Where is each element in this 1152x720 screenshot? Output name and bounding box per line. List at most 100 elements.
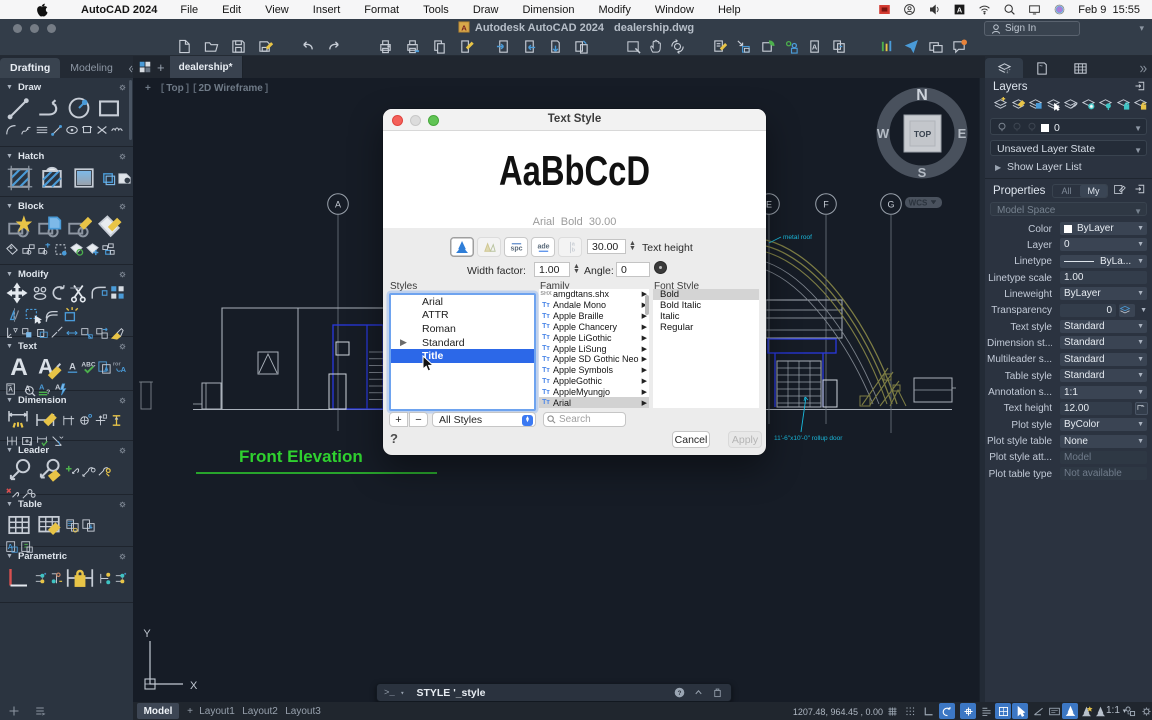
hatch-disk-icon[interactable] <box>117 171 132 186</box>
menu-view[interactable]: View <box>253 4 301 16</box>
page-edit-icon[interactable] <box>459 39 474 54</box>
section-collapse-icon[interactable]: ▼ <box>6 153 13 160</box>
match-prop-icon[interactable] <box>80 326 94 340</box>
line-icon[interactable] <box>6 95 32 121</box>
open-folder-icon[interactable] <box>204 39 219 54</box>
menu-autocad-2024[interactable]: AutoCAD 2024 <box>70 4 168 16</box>
windows-icon[interactable] <box>928 39 943 54</box>
leader-brush-icon[interactable] <box>36 458 62 484</box>
section-collapse-icon[interactable]: ▼ <box>6 271 13 278</box>
new-file-icon[interactable] <box>177 39 192 54</box>
offset-icon[interactable] <box>43 306 61 324</box>
osnap-icon[interactable] <box>960 703 976 719</box>
section-gear-icon[interactable] <box>118 152 127 161</box>
polygon-icon[interactable] <box>80 123 94 137</box>
mirror-icon[interactable] <box>5 306 23 324</box>
layout-tab-Model[interactable]: Model <box>137 703 179 719</box>
prop-field-select[interactable]: ByColor ▼ <box>1060 418 1147 432</box>
hatch-icon[interactable] <box>6 164 34 192</box>
wifi-icon[interactable] <box>978 3 991 16</box>
redo-icon[interactable] <box>327 39 342 54</box>
chevron-up-icon[interactable] <box>693 687 704 698</box>
array-icon[interactable] <box>109 284 127 302</box>
prop-field-select[interactable]: 1:1 ▼ <box>1060 385 1147 399</box>
param-pins3-icon[interactable] <box>97 571 112 586</box>
annotation-icon[interactable] <box>1046 703 1062 719</box>
dash-rect-icon[interactable] <box>53 242 68 257</box>
disclosure-icon[interactable]: ▶ <box>400 337 407 348</box>
section-gear-icon[interactable] <box>118 396 127 405</box>
pin-icon[interactable] <box>712 687 723 698</box>
rotate-icon[interactable] <box>50 284 68 302</box>
section-collapse-icon[interactable]: ▼ <box>6 203 13 210</box>
orbit-icon[interactable] <box>670 39 685 54</box>
help-button[interactable]: ? <box>390 431 398 446</box>
cross-icon[interactable] <box>95 123 109 137</box>
menu-edit[interactable]: Edit <box>210 4 253 16</box>
ortho-icon[interactable] <box>920 703 936 719</box>
table-pages-icon[interactable] <box>65 518 80 533</box>
block-leaf-icon[interactable] <box>760 39 775 54</box>
section-gear-icon[interactable] <box>118 202 127 211</box>
block-group-icon[interactable] <box>101 242 116 257</box>
spline-icon[interactable] <box>20 123 34 137</box>
point-line-icon[interactable] <box>50 123 64 137</box>
palette-scrollbar[interactable] <box>129 80 132 140</box>
fontstyle-item[interactable]: Bold Italic <box>653 300 759 311</box>
family-item[interactable]: Tт Apple Symbols ▶ <box>539 365 649 376</box>
section-gear-icon[interactable] <box>118 270 127 279</box>
search-icon[interactable] <box>1003 3 1016 16</box>
menu-file[interactable]: File <box>168 4 210 16</box>
match-circles-icon[interactable] <box>31 284 49 302</box>
pan-icon[interactable] <box>648 39 663 54</box>
prop-field-select[interactable]: Standard ▼ <box>1060 320 1147 334</box>
spell-check-icon[interactable]: ABC <box>81 360 96 375</box>
prop-field-transparency[interactable]: 0 <box>1060 303 1116 317</box>
section-collapse-icon[interactable]: ▼ <box>6 84 13 91</box>
workspace-icon[interactable] <box>1122 703 1138 719</box>
match-orientation-icon[interactable] <box>477 237 501 257</box>
dim-ibeam-icon[interactable] <box>109 413 124 428</box>
param-pins-icon[interactable] <box>33 571 48 586</box>
erase-icon[interactable] <box>110 326 124 340</box>
tag-icon[interactable] <box>5 242 20 257</box>
titlebar-chevron-icon[interactable]: ▾ <box>1139 23 1144 34</box>
paste-icon[interactable] <box>432 39 447 54</box>
selection-dropdown[interactable]: Model Space ▼ <box>990 202 1147 216</box>
text-a-icon[interactable]: A <box>6 354 32 380</box>
save-as-icon[interactable] <box>258 39 273 54</box>
otrack-icon[interactable] <box>995 703 1011 719</box>
check-plus-icon[interactable] <box>85 242 100 257</box>
family-item[interactable]: Tт Arial ▶ <box>539 397 649 408</box>
dyn-input-icon[interactable] <box>978 703 994 719</box>
show-layer-list[interactable]: ▶ Show Layer List <box>995 161 1082 173</box>
sheet-edit-icon[interactable] <box>712 39 727 54</box>
menu-dimension[interactable]: Dimension <box>510 4 586 16</box>
viewport-controls[interactable]: +[Top][2D Wireframe] <box>145 83 270 94</box>
layer-blue-icon[interactable] <box>1028 96 1043 111</box>
upside-down-icon[interactable]: spc <box>504 237 528 257</box>
user-circle-icon[interactable] <box>903 3 916 16</box>
revcloud-icon[interactable] <box>110 123 124 137</box>
param-pins-icon[interactable] <box>113 571 128 586</box>
section-collapse-icon[interactable]: ▼ <box>6 397 13 404</box>
annotative-icon[interactable] <box>450 237 474 257</box>
page-a-icon[interactable]: A <box>808 39 823 54</box>
chat-badge-icon[interactable] <box>952 39 967 54</box>
find-text-icon[interactable]: ror A <box>113 360 128 375</box>
text-pages-icon[interactable]: A <box>97 360 112 375</box>
family-item[interactable]: SHX amgdtans.shx ▶ <box>539 289 649 300</box>
dim-v-icon[interactable] <box>93 413 108 428</box>
family-item[interactable]: Tт Apple Braille ▶ <box>539 311 649 322</box>
layer-pin-icon[interactable] <box>1098 96 1113 111</box>
block-insert-icon[interactable] <box>6 214 32 240</box>
grid-icon[interactable] <box>884 703 900 719</box>
width-factor-stepper[interactable]: ▲ ▼ <box>572 262 581 277</box>
fontstyle-item[interactable]: Bold <box>653 289 759 300</box>
menu-insert[interactable]: Insert <box>301 4 353 16</box>
styles-filter-dropdown[interactable]: All Styles ▲ ▼ <box>432 412 536 427</box>
fontstyle-list[interactable]: Bold Bold Italic Italic Regular <box>653 289 759 408</box>
style-item-title[interactable]: Title <box>391 349 534 363</box>
fontstyle-item[interactable]: Italic <box>653 311 759 322</box>
layers-tab-icon[interactable]: ↓ <box>985 58 1023 78</box>
